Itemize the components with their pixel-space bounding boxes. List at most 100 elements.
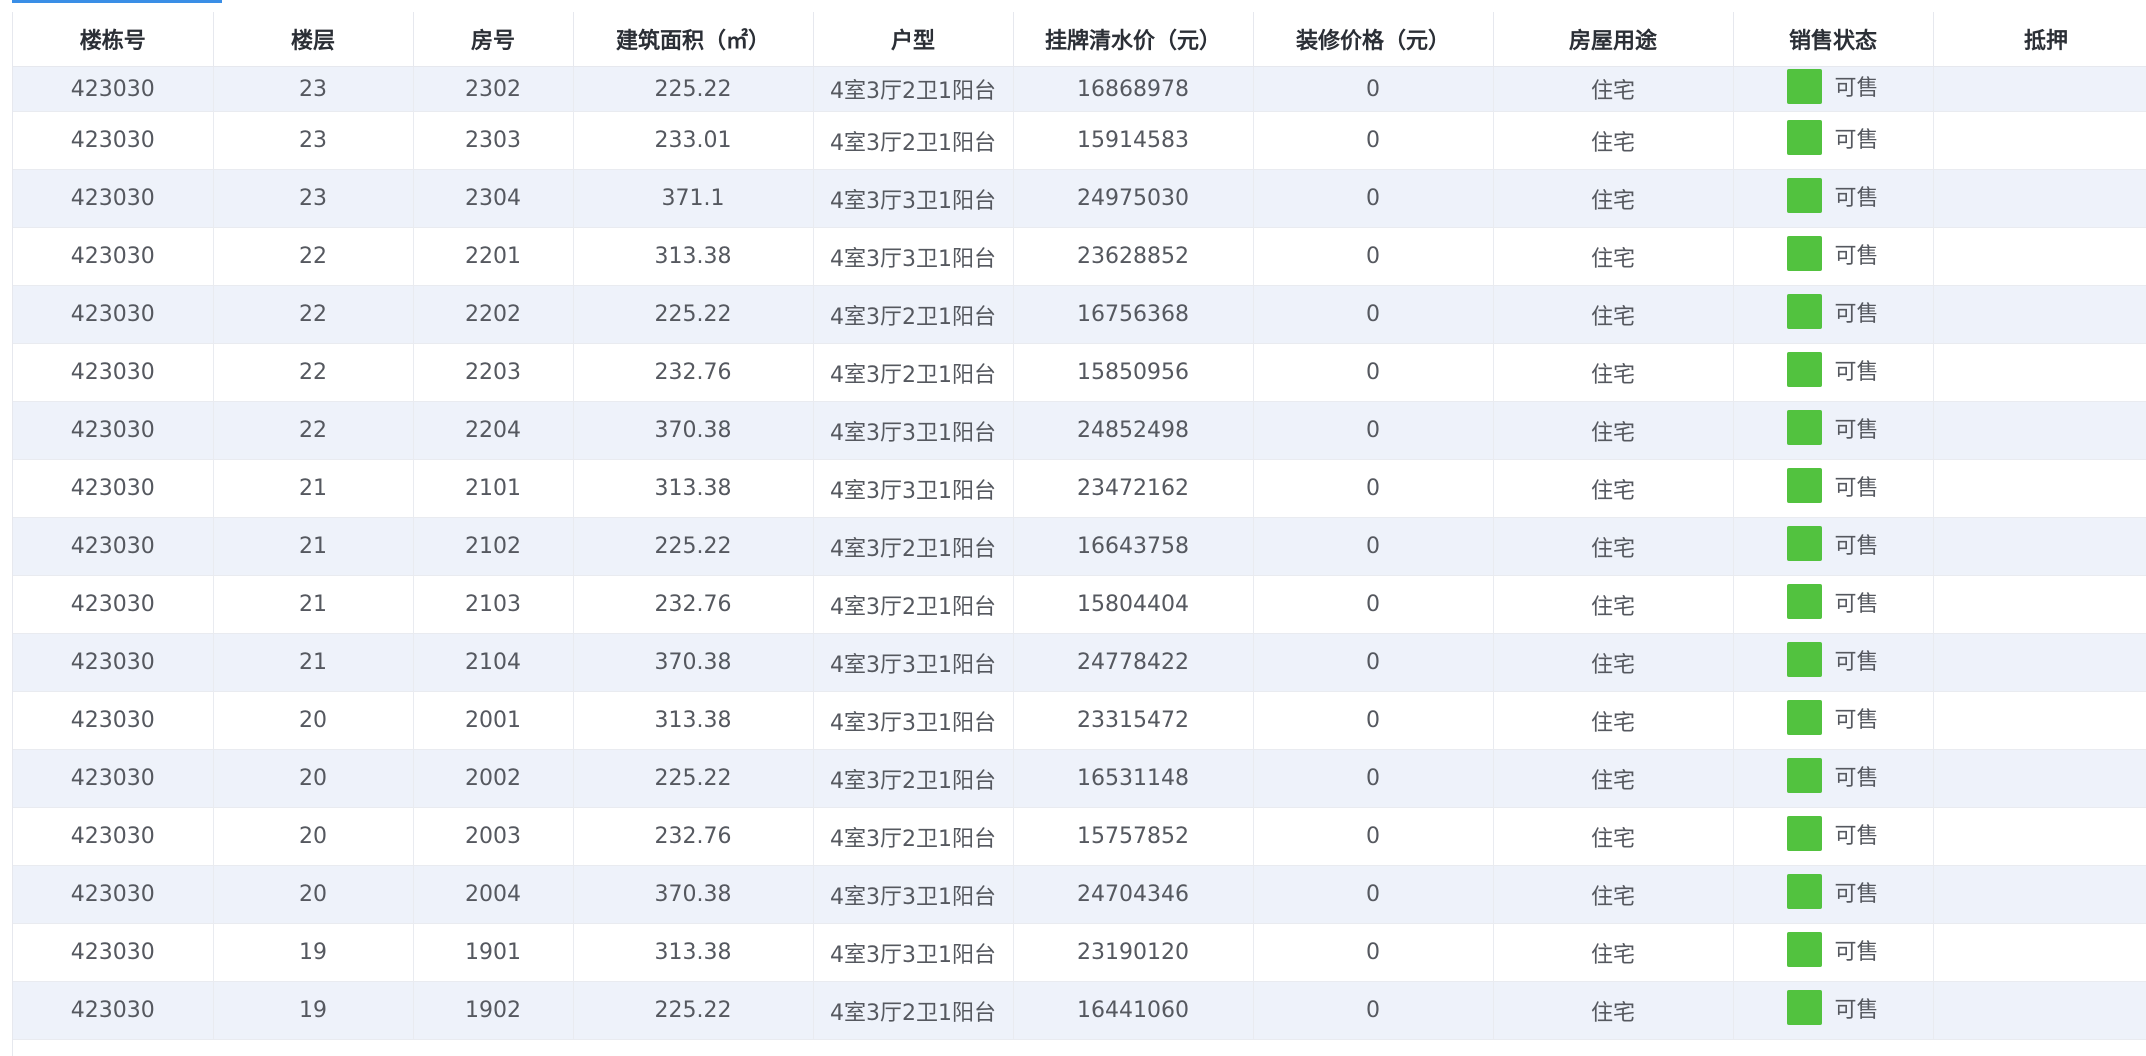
cell-list-price: 15804404	[1013, 575, 1254, 634]
cell-list-price: 15914583	[1013, 111, 1254, 170]
cell-decoration-price: 0	[1253, 169, 1494, 228]
sale-status-badge: 可售	[1787, 178, 1879, 213]
status-color-swatch	[1787, 68, 1823, 104]
table-row[interactable]: 423030 23 2302 225.22 4室3厅2卫1阳台 16868978 0 住宅 可售	[13, 66, 2146, 112]
cell-layout: 4室3厅2卫1阳台	[813, 517, 1014, 576]
table-row[interactable]: 423030 20 2004 370.38 4室3厅3卫1阳台 24704346 0 住宅 可售	[13, 865, 2146, 924]
cell-decoration-price: 0	[1253, 111, 1494, 170]
cell-layout: 4室3厅3卫1阳台	[813, 227, 1014, 286]
cell-building-no: 423030	[13, 401, 214, 460]
cell-sale-status: 可售	[1733, 111, 1934, 170]
sale-status-badge: 可售	[1787, 642, 1879, 677]
status-text: 可售	[1834, 823, 1879, 849]
cell-building-no: 423030	[13, 343, 214, 402]
table-row[interactable]: 423030 22 2202 225.22 4室3厅2卫1阳台 16756368 0 住宅 可售	[13, 285, 2146, 344]
cell-floor: 20	[213, 749, 414, 808]
cell-building-no: 423030	[13, 749, 214, 808]
table-row[interactable]: 423030 20 2003 232.76 4室3厅2卫1阳台 15757852 0 住宅 可售	[13, 807, 2146, 866]
table-row[interactable]: 423030 21 2103 232.76 4室3厅2卫1阳台 15804404 0 住宅 可售	[13, 575, 2146, 634]
sale-status-badge: 可售	[1787, 874, 1879, 909]
cell-floor-area: 313.38	[573, 923, 814, 982]
cell-floor-area: 225.22	[573, 66, 814, 112]
column-header-layout: 户型	[813, 12, 1014, 67]
cell-sale-status: 可售	[1733, 575, 1934, 634]
status-text: 可售	[1834, 881, 1879, 907]
cell-building-no: 423030	[13, 633, 214, 692]
cell-decoration-price: 0	[1253, 923, 1494, 982]
cell-floor-area: 232.76	[573, 343, 814, 402]
sale-status-badge: 可售	[1787, 758, 1879, 793]
table-row[interactable]: 423030 19 1902 225.22 4室3厅2卫1阳台 16441060 0 住宅 可售	[13, 981, 2146, 1040]
cell-floor: 22	[213, 343, 414, 402]
cell-decoration-price: 0	[1253, 285, 1494, 344]
table-row[interactable]: 423030 23 2303 233.01 4室3厅2卫1阳台 15914583 0 住宅 可售	[13, 111, 2146, 170]
table-row[interactable]: 423030 20 2002 225.22 4室3厅2卫1阳台 16531148 0 住宅 可售	[13, 749, 2146, 808]
cell-floor-area: 370.38	[573, 865, 814, 924]
table-body: 423030 23 2302 225.22 4室3厅2卫1阳台 16868978 0 住宅 可售…	[13, 66, 2146, 1040]
sale-status-badge: 可售	[1787, 700, 1879, 735]
cell-usage: 住宅	[1493, 285, 1734, 344]
cell-room-no: 2102	[413, 517, 574, 576]
cell-floor: 22	[213, 285, 414, 344]
cell-usage: 住宅	[1493, 459, 1734, 518]
table-row[interactable]: 423030 21 2101 313.38 4室3厅3卫1阳台 23472162 0 住宅 可售	[13, 459, 2146, 518]
cell-mortgage	[1933, 807, 2146, 866]
status-text: 可售	[1834, 243, 1879, 269]
status-color-swatch	[1787, 236, 1823, 271]
table-row[interactable]: 423030 22 2201 313.38 4室3厅3卫1阳台 23628852 0 住宅 可售	[13, 227, 2146, 286]
cell-decoration-price: 0	[1253, 691, 1494, 750]
cell-mortgage	[1933, 575, 2146, 634]
status-text: 可售	[1834, 707, 1879, 733]
sale-status-badge: 可售	[1787, 68, 1879, 104]
cell-building-no: 423030	[13, 169, 214, 228]
table-row[interactable]: 423030 21 2104 370.38 4室3厅3卫1阳台 24778422 0 住宅 可售	[13, 633, 2146, 692]
column-header-floor: 楼层	[213, 12, 414, 67]
cell-usage: 住宅	[1493, 633, 1734, 692]
status-text: 可售	[1834, 127, 1879, 153]
status-color-swatch	[1787, 410, 1823, 445]
cell-usage: 住宅	[1493, 401, 1734, 460]
cell-room-no: 2202	[413, 285, 574, 344]
cell-layout: 4室3厅2卫1阳台	[813, 111, 1014, 170]
cell-building-no: 423030	[13, 66, 214, 112]
cell-sale-status: 可售	[1733, 633, 1934, 692]
cell-layout: 4室3厅2卫1阳台	[813, 749, 1014, 808]
table-row[interactable]: 423030 23 2304 371.1 4室3厅3卫1阳台 24975030 0 住宅 可售	[13, 169, 2146, 228]
table-row[interactable]: 423030 22 2203 232.76 4室3厅2卫1阳台 15850956 0 住宅 可售	[13, 343, 2146, 402]
cell-layout: 4室3厅2卫1阳台	[813, 66, 1014, 112]
sale-status-badge: 可售	[1787, 120, 1879, 155]
table-row[interactable]: 423030 22 2204 370.38 4室3厅3卫1阳台 24852498 0 住宅 可售	[13, 401, 2146, 460]
cell-floor-area: 371.1	[573, 169, 814, 228]
cell-room-no: 2004	[413, 865, 574, 924]
cell-list-price: 16756368	[1013, 285, 1254, 344]
table-row[interactable]: 423030 21 2102 225.22 4室3厅2卫1阳台 16643758 0 住宅 可售	[13, 517, 2146, 576]
house-list-table-container[interactable]: 楼栋号 楼层 房号 建筑面积（㎡） 户型 挂牌清水价（元） 装修价格（元） 房屋用途 销售状态抵…	[12, 12, 2146, 1056]
cell-mortgage	[1933, 169, 2146, 228]
cell-room-no: 2303	[413, 111, 574, 170]
cell-list-price: 24778422	[1013, 633, 1254, 692]
cell-mortgage	[1933, 66, 2146, 112]
cell-usage: 住宅	[1493, 749, 1734, 808]
cell-sale-status: 可售	[1733, 981, 1934, 1040]
cell-sale-status: 可售	[1733, 807, 1934, 866]
status-color-swatch	[1787, 642, 1823, 677]
status-text: 可售	[1834, 649, 1879, 675]
status-color-swatch	[1787, 178, 1823, 213]
cell-decoration-price: 0	[1253, 981, 1494, 1040]
cell-layout: 4室3厅3卫1阳台	[813, 691, 1014, 750]
cell-mortgage	[1933, 343, 2146, 402]
status-color-swatch	[1787, 758, 1823, 793]
table-row[interactable]: 423030 19 1901 313.38 4室3厅3卫1阳台 23190120 0 住宅 可售	[13, 923, 2146, 982]
cell-floor: 21	[213, 575, 414, 634]
cell-decoration-price: 0	[1253, 459, 1494, 518]
cell-room-no: 2204	[413, 401, 574, 460]
cell-layout: 4室3厅3卫1阳台	[813, 923, 1014, 982]
cell-room-no: 2001	[413, 691, 574, 750]
cell-layout: 4室3厅2卫1阳台	[813, 575, 1014, 634]
sale-status-badge: 可售	[1787, 236, 1879, 271]
cell-decoration-price: 0	[1253, 749, 1494, 808]
table-row[interactable]: 423030 20 2001 313.38 4室3厅3卫1阳台 23315472 0 住宅 可售	[13, 691, 2146, 750]
status-color-swatch	[1787, 874, 1823, 909]
cell-decoration-price: 0	[1253, 343, 1494, 402]
cell-sale-status: 可售	[1733, 401, 1934, 460]
